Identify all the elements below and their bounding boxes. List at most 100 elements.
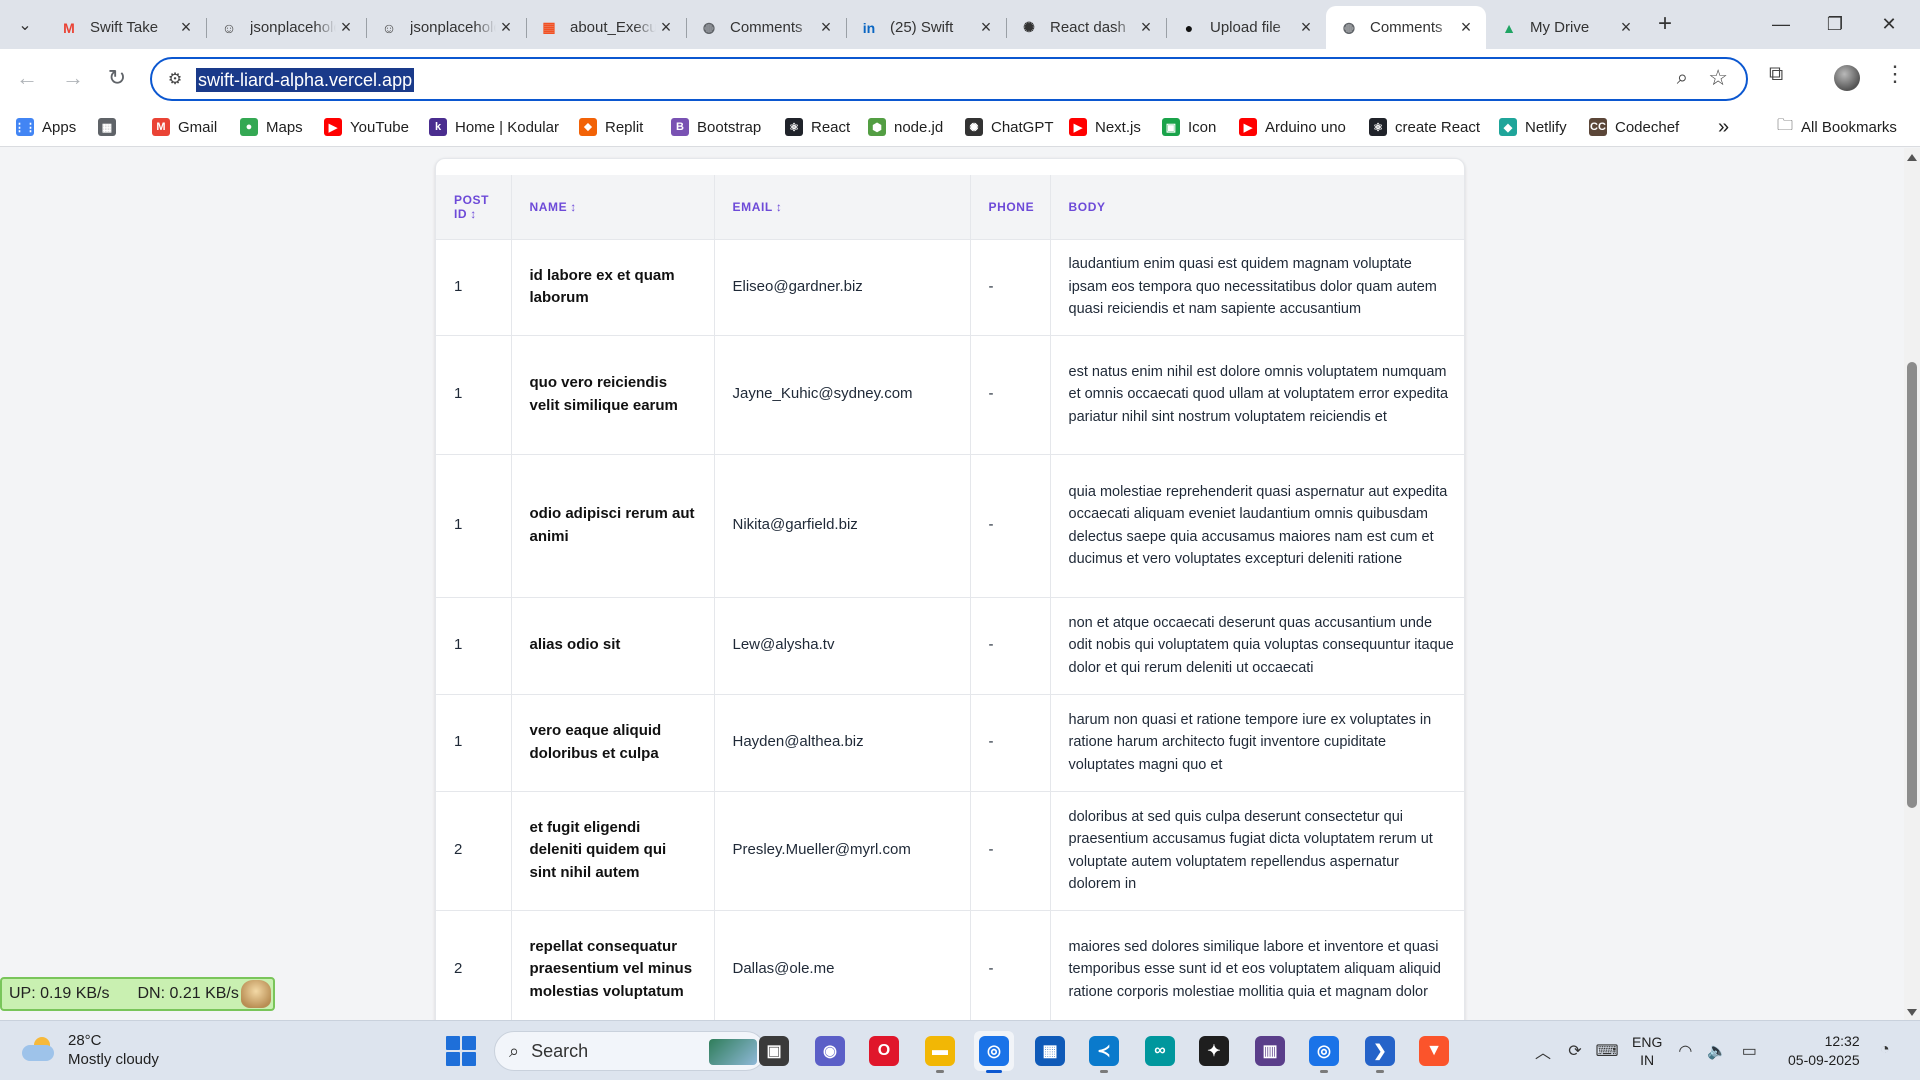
page-scrollbar[interactable] [1904, 148, 1920, 1020]
cell-email: Eliseo@gardner.biz [714, 239, 971, 336]
taskbar-app-button[interactable]: ▦ [1030, 1031, 1070, 1071]
new-tab-plus-icon[interactable]: + [1650, 8, 1680, 40]
cell-post-id: 1 [436, 335, 512, 455]
bookmark-item[interactable]: ⚛ React [785, 115, 850, 139]
close-tab-icon[interactable]: × [1296, 17, 1316, 38]
browser-tab[interactable]: ● Upload file × [1166, 6, 1326, 49]
bookmark-label: YouTube [350, 118, 409, 136]
bookmark-item[interactable]: ▶ Next.js [1069, 115, 1141, 139]
wifi-icon[interactable]: ◠ [1672, 1041, 1698, 1061]
taskbar-app-button[interactable]: ◉ [810, 1031, 850, 1071]
browser-tab[interactable]: ☺ jsonplaceholder× [366, 6, 526, 49]
taskbar-app-button[interactable]: ≺ [1084, 1031, 1124, 1073]
close-tab-icon[interactable]: × [1616, 17, 1636, 38]
browser-tab[interactable]: ✺ React dash × [1006, 6, 1166, 49]
column-header-post-id[interactable]: Post ID ↕ [436, 175, 512, 240]
sort-arrows-icon[interactable]: ↕ [570, 200, 577, 214]
browser-tab[interactable]: in (25) Swift × [846, 6, 1006, 49]
browser-tab[interactable]: ◍ Comments × [686, 6, 846, 49]
bookmark-item[interactable]: ▶ YouTube [324, 115, 409, 139]
bookmark-item[interactable]: M Gmail [152, 115, 217, 139]
forward-arrow-icon[interactable]: → [56, 61, 90, 95]
minimize-window-icon[interactable]: — [1758, 8, 1804, 40]
close-tab-icon[interactable]: × [976, 17, 996, 38]
bookmark-item[interactable]: ▦ [98, 115, 124, 139]
table-row: 1 odio adipisci rerum aut animi Nikita@gar… [436, 454, 1464, 598]
taskbar-app-button[interactable]: ▥ [1250, 1031, 1290, 1071]
more-bookmarks-chevron-icon[interactable]: » [1718, 115, 1729, 139]
input-language[interactable]: ENG IN [1632, 1033, 1662, 1069]
back-arrow-icon[interactable]: ← [10, 61, 44, 95]
bookmark-item[interactable]: ✺ ChatGPT [965, 115, 1054, 139]
close-tab-icon[interactable]: × [496, 17, 516, 38]
bookmark-item[interactable]: k Home | Kodular [429, 115, 559, 139]
restore-window-icon[interactable]: ❐ [1812, 8, 1858, 40]
bookmark-item[interactable]: ⬥ Replit [579, 115, 643, 139]
bookmark-item[interactable]: ⋮⋮ Apps [14, 115, 76, 139]
close-tab-icon[interactable]: × [656, 17, 676, 38]
taskbar-app-button[interactable]: ▬ [920, 1031, 960, 1073]
close-tab-icon[interactable]: × [1456, 17, 1476, 38]
close-window-icon[interactable]: ✕ [1866, 8, 1912, 40]
sort-arrows-icon[interactable]: ↕ [776, 200, 783, 214]
close-tab-icon[interactable]: × [336, 17, 356, 38]
browser-tab[interactable]: ▲ My Drive × [1486, 6, 1646, 49]
column-header-email[interactable]: Email ↕ [714, 175, 971, 240]
extensions-puzzle-icon[interactable]: ⧉ [1769, 63, 1783, 86]
close-tab-icon[interactable]: × [1136, 17, 1156, 38]
browser-tab[interactable]: M Swift Take × [46, 6, 206, 49]
bookmark-item[interactable]: ⬢ node.jd [868, 115, 943, 139]
scrollbar-thumb[interactable] [1907, 362, 1917, 808]
bookmark-item[interactable]: ● Maps [240, 115, 303, 139]
running-indicator [986, 1070, 1002, 1073]
scroll-down-arrow-icon[interactable] [1907, 1009, 1917, 1016]
notification-bell-icon[interactable]: ◔ [1880, 1041, 1890, 1059]
taskbar-app-button[interactable]: ◎ [974, 1031, 1014, 1073]
bookmark-item[interactable]: ⚛ create React [1369, 115, 1480, 139]
volume-icon[interactable]: 🔈 [1704, 1041, 1730, 1061]
cell-body: quia molestiae reprehenderit quasi asper… [1050, 454, 1464, 598]
bookmark-item[interactable]: B Bootstrap [671, 115, 761, 139]
close-tab-icon[interactable]: × [176, 17, 196, 38]
taskbar-app-button[interactable]: ✦ [1194, 1031, 1234, 1071]
bookmark-item[interactable]: ▣ Icon [1162, 115, 1216, 139]
bookmark-item[interactable]: ◆ Netlify [1499, 115, 1567, 139]
taskbar-app-button[interactable]: ▣ [754, 1031, 794, 1071]
reload-icon[interactable]: ↻ [100, 61, 134, 95]
taskbar-app-button[interactable]: ∞ [1140, 1031, 1180, 1071]
zoom-magnifier-icon[interactable]: ⌕ [1677, 67, 1688, 90]
sort-arrows-icon[interactable]: ↕ [470, 207, 477, 221]
weather-widget[interactable]: 28°C Mostly cloudy [22, 1031, 159, 1069]
cell-phone: - [970, 910, 1051, 1020]
taskbar-app-button[interactable]: ❯ [1360, 1031, 1400, 1073]
bookmark-label: Gmail [178, 118, 218, 136]
bookmark-item[interactable]: CC Codechef [1589, 115, 1679, 139]
taskbar-clock[interactable]: 12:32 05-09-2025 [1788, 1032, 1860, 1070]
profile-avatar[interactable] [1834, 65, 1860, 91]
taskbar-search-box[interactable]: ⌕ Search [494, 1031, 766, 1071]
battery-icon[interactable]: ▭ [1736, 1041, 1762, 1061]
bookmark-star-icon[interactable]: ☆ [1708, 65, 1728, 91]
youtube-icon: ▶ [1239, 118, 1257, 136]
column-header-name[interactable]: Name ↕ [511, 175, 715, 240]
replit-icon: ⬥ [579, 118, 597, 136]
browser-tab[interactable]: ☺ jsonplaceholder× [206, 6, 366, 49]
taskbar-app-button[interactable]: O [864, 1031, 904, 1071]
browser-tab[interactable]: ▦ about_Execution× [526, 6, 686, 49]
keyboard-icon[interactable]: ⌨ [1594, 1041, 1620, 1061]
sync-icon[interactable]: ⟳ [1562, 1041, 1588, 1061]
windows-start-icon[interactable] [446, 1036, 476, 1066]
taskbar-app-button[interactable]: ▼ [1414, 1031, 1454, 1071]
scroll-up-arrow-icon[interactable] [1907, 154, 1917, 161]
bookmark-item[interactable]: ▶ Arduino uno [1239, 115, 1346, 139]
browser-menu-icon[interactable]: ⋮ [1884, 61, 1906, 87]
browser-tab[interactable]: ◍ Comments × [1326, 6, 1486, 49]
address-bar[interactable]: ⚙ swift-liard-alpha.vercel.app ⌕ ☆ [150, 57, 1748, 101]
close-tab-icon[interactable]: × [816, 17, 836, 38]
url-text[interactable]: swift-liard-alpha.vercel.app [196, 68, 415, 92]
site-settings-icon[interactable]: ⚙ [164, 68, 186, 90]
tab-search-chevron-icon[interactable]: ⌄ [10, 10, 40, 40]
taskbar-app-button[interactable]: ◎ [1304, 1031, 1344, 1073]
show-hidden-icons-chevron-icon[interactable]: ︿ [1530, 1039, 1556, 1063]
all-bookmarks-button[interactable]: 🗀 All Bookmarks [1777, 115, 1897, 139]
